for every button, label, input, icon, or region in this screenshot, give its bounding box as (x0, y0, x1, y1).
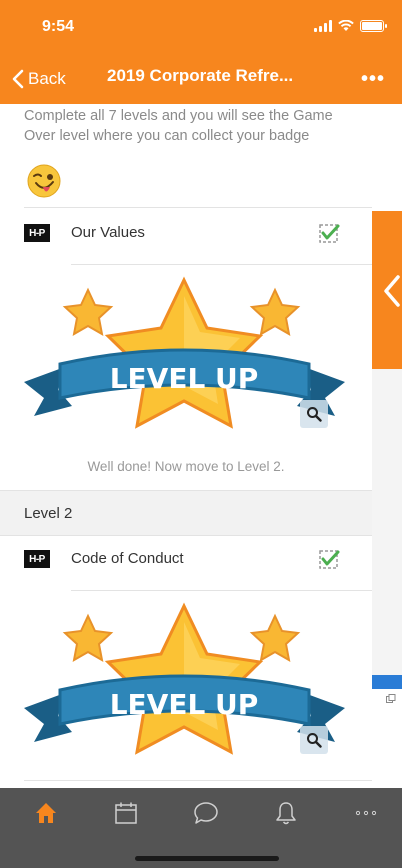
side-drawer-panel (372, 211, 402, 689)
activity-label: Code of Conduct (71, 550, 184, 567)
calendar-icon (115, 802, 137, 824)
level-up-badge-image: LEVEL UP (24, 276, 345, 429)
chevron-left-icon (384, 275, 400, 307)
activity-caption: Well done! Now move to Level 2. (87, 459, 285, 474)
page-title: 2019 Corporate Refre... (107, 66, 294, 85)
status-time: 9:54 (42, 18, 75, 35)
intro-text: Complete all 7 levels and you will see t… (24, 108, 333, 144)
more-options-icon: ••• (360, 67, 385, 90)
home-indicator (135, 856, 279, 861)
h5p-logo: H-P (24, 550, 50, 568)
completed-checkbox-icon (319, 224, 340, 243)
battery-icon (360, 20, 387, 32)
divider (71, 264, 372, 265)
zoom-button[interactable] (300, 400, 328, 428)
copy-icon (386, 694, 396, 703)
level-up-text: LEVEL UP (110, 688, 259, 721)
magnifier-icon (307, 407, 322, 422)
chevron-left-icon (12, 69, 24, 89)
back-label: Back (28, 69, 66, 88)
level-up-badge-image: LEVEL UP (24, 602, 345, 755)
completed-checkbox-icon (319, 550, 340, 569)
side-drawer-toggle[interactable] (372, 211, 402, 369)
tab-more[interactable] (348, 798, 384, 828)
back-button[interactable]: Back (12, 64, 66, 94)
tab-calendar[interactable] (108, 798, 144, 828)
divider (71, 590, 372, 591)
activity-row-our-values[interactable]: H-P Our Values (0, 208, 372, 258)
nav-bar: Back 2019 Corporate Refre... ••• (0, 56, 402, 104)
chat-icon (194, 802, 218, 824)
status-icons (314, 18, 387, 34)
activity-row-code-of-conduct[interactable]: H-P Code of Conduct (0, 534, 372, 584)
tab-notifications[interactable] (268, 798, 304, 828)
home-icon (36, 803, 56, 823)
h5p-logo: H-P (24, 224, 50, 242)
tab-home[interactable] (28, 798, 64, 828)
signal-icon (314, 20, 332, 32)
tab-chat[interactable] (188, 798, 224, 828)
level-header: Level 2 (0, 490, 372, 536)
activity-label: Our Values (71, 224, 145, 241)
side-panel-bar (372, 675, 402, 689)
course-content[interactable]: Complete all 7 levels and you will see t… (0, 104, 372, 788)
winking-tongue-emoji-icon (27, 164, 61, 198)
more-options-button[interactable]: ••• (358, 64, 388, 94)
wifi-icon (338, 20, 354, 31)
magnifier-icon (307, 733, 322, 748)
level-header-label: Level 2 (24, 505, 73, 522)
more-icon (355, 810, 377, 816)
level-up-text: LEVEL UP (110, 362, 259, 395)
zoom-button[interactable] (300, 726, 328, 754)
divider (24, 780, 372, 781)
status-bar: 9:54 (0, 0, 402, 56)
bell-icon (276, 802, 296, 825)
